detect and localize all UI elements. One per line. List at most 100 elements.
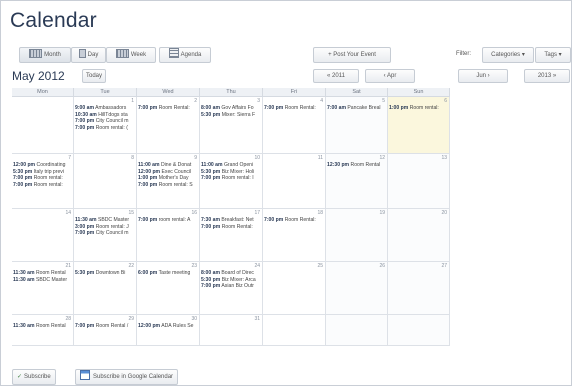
event-link[interactable]: 7:00 pm Room rental: xyxy=(13,175,72,182)
event-link[interactable]: 12:00 pm ADA Rules Se xyxy=(138,323,198,330)
event-link[interactable]: 11:00 am Dine & Donat xyxy=(138,162,198,169)
day-cell[interactable]: 25 xyxy=(263,262,326,315)
event-title: Room rental: xyxy=(409,105,439,111)
day-cell[interactable]: 7 12:00 pm Coordinating 5:30 pm Italy trip… xyxy=(12,154,74,209)
day-cell[interactable]: 27 xyxy=(388,262,450,315)
event-link[interactable]: 7:00 pm Asian Biz Outr xyxy=(201,283,261,290)
event-link[interactable]: 5:30 pm Mixer: Sierra F xyxy=(201,112,261,119)
day-cell[interactable] xyxy=(388,315,450,346)
day-cell[interactable]: 28 11:30 am Room Rental xyxy=(12,315,74,346)
event-link[interactable]: 5:30 pm Biz Mixer: Holi xyxy=(201,169,261,176)
event-link[interactable]: 7:00 pm Room rental: I xyxy=(201,175,261,182)
day-cell[interactable]: 10 11:00 am Grand Openi 5:30 pm Biz Mixer:… xyxy=(200,154,263,209)
day-cell[interactable]: 3 8:00 am Gov Affairs Fo 5:30 pm Mixer: Si… xyxy=(200,97,263,154)
event-list: 9:00 am Ambassadors 10:30 am HillTdogs st… xyxy=(75,105,135,131)
event-link[interactable]: 12:30 pm Room Rental xyxy=(327,162,386,169)
day-view-button[interactable]: Day xyxy=(71,47,106,63)
week-view-icon xyxy=(115,48,129,58)
event-link[interactable]: 11:30 am SBDC Master xyxy=(75,217,135,224)
event-link[interactable]: 7:00 pm Room Rental: xyxy=(138,105,198,112)
day-cell[interactable]: 22 5:30 pm Downtown Bi xyxy=(74,262,137,315)
day-cell[interactable]: 18 7:00 pm Room Rental: xyxy=(263,209,326,262)
event-link[interactable]: 12:00 pm Exec Council xyxy=(138,169,198,176)
next-month-button[interactable]: Jun › xyxy=(458,69,508,83)
event-link[interactable]: 8:00 am Gov Affairs Fo xyxy=(201,105,261,112)
event-link[interactable]: 7:00 am Pancake Breal xyxy=(327,105,386,112)
day-cell[interactable]: 1 9:00 am Ambassadors 10:30 am HillTdogs s… xyxy=(74,97,137,154)
day-cell[interactable] xyxy=(12,97,74,154)
day-cell[interactable]: 24 8:00 am Board of Direc 5:30 pm Biz Mixe… xyxy=(200,262,263,315)
event-link[interactable]: 10:30 am HillTdogs sta xyxy=(75,112,135,119)
day-cell[interactable]: 31 xyxy=(200,315,263,346)
day-cell[interactable]: 20 xyxy=(388,209,450,262)
day-cell[interactable]: 5 7:00 am Pancake Breal xyxy=(326,97,388,154)
event-link[interactable]: 7:00 pm Room rental: xyxy=(13,182,72,189)
event-link[interactable]: 11:30 am Room Rental xyxy=(13,270,72,277)
event-link[interactable]: 7:00 pm Room Rental / xyxy=(75,323,135,330)
event-link[interactable]: 7:30 am Breakfast: Net xyxy=(201,217,261,224)
week-view-button[interactable]: Week xyxy=(106,47,156,63)
event-link[interactable]: 12:00 pm Coordinating xyxy=(13,162,72,169)
event-link[interactable]: 11:00 am Grand Openi xyxy=(201,162,261,169)
google-calendar-subscribe-button[interactable]: Subscribe in Google Calendar xyxy=(75,369,179,385)
day-cell[interactable]: 23 6:00 pm Taste meeting xyxy=(137,262,200,315)
subscribe-button[interactable]: ✓ Subscribe xyxy=(12,369,56,385)
day-cell[interactable]: 11 xyxy=(263,154,326,209)
event-link[interactable]: 5:30 pm Biz Mixer: Arca xyxy=(201,277,261,284)
day-number: 30 xyxy=(191,316,197,322)
event-time: 7:00 pm xyxy=(264,217,284,223)
day-cell[interactable]: 9 11:00 am Dine & Donat 12:00 pm Exec Coun… xyxy=(137,154,200,209)
prev-year-button[interactable]: « 2011 xyxy=(313,69,359,83)
day-cell[interactable]: 16 7:00 pm room rental: A xyxy=(137,209,200,262)
event-link[interactable]: 11:30 am Room Rental xyxy=(13,323,72,330)
month-view-button[interactable]: Month xyxy=(19,47,71,63)
day-cell[interactable]: 13 xyxy=(388,154,450,209)
event-link[interactable]: 7:00 pm Room Rental: xyxy=(264,217,324,224)
day-cell[interactable]: 14 xyxy=(12,209,74,262)
day-cell[interactable]: 15 11:30 am SBDC Master 3:00 pm Room renta… xyxy=(74,209,137,262)
event-title: Biz Mixer: Holi xyxy=(221,168,255,175)
event-link[interactable]: 7:00 pm City Council m xyxy=(75,118,135,125)
next-year-button[interactable]: 2013 » xyxy=(524,69,570,83)
day-cell[interactable]: 19 xyxy=(326,209,388,262)
event-title: Board of Direc xyxy=(221,270,254,276)
day-cell[interactable]: 26 xyxy=(326,262,388,315)
prev-month-button[interactable]: ‹ Apr xyxy=(365,69,415,83)
event-link[interactable]: 7:00 pm Room rental: ( xyxy=(75,125,135,132)
day-cell-today[interactable]: 6 1:00 pm Room rental: xyxy=(388,97,450,154)
tags-dropdown[interactable]: Tags ▾ xyxy=(535,47,571,63)
event-link[interactable]: 7:00 pm Room Rental: xyxy=(264,105,324,112)
event-time: 11:30 am xyxy=(75,217,97,223)
day-cell[interactable]: 2 7:00 pm Room Rental: xyxy=(137,97,200,154)
day-cell[interactable]: 8 xyxy=(74,154,137,209)
event-link[interactable]: 8:00 am Board of Direc xyxy=(201,270,261,277)
event-link[interactable]: 7:00 pm Room Rental: xyxy=(201,224,261,231)
day-cell[interactable]: 21 11:30 am Room Rental 11:30 am SBDC Mast… xyxy=(12,262,74,315)
event-title: City Council m xyxy=(95,230,129,237)
event-link[interactable]: 5:30 pm Downtown Bi xyxy=(75,270,135,277)
day-cell[interactable] xyxy=(263,315,326,346)
event-link[interactable]: 5:30 pm Italy trip previ xyxy=(13,169,72,176)
agenda-view-button[interactable]: Agenda xyxy=(159,47,211,63)
event-link[interactable]: 9:00 am Ambassadors xyxy=(75,105,135,112)
day-cell[interactable]: 30 12:00 pm ADA Rules Se xyxy=(137,315,200,346)
day-cell[interactable]: 17 7:30 am Breakfast: Net 7:00 pm Room Ren… xyxy=(200,209,263,262)
day-cell[interactable] xyxy=(326,315,388,346)
categories-dropdown[interactable]: Categories ▾ xyxy=(482,47,534,63)
event-link[interactable]: 7:00 pm Room rental: S xyxy=(138,182,198,189)
post-event-button[interactable]: + Post Your Event xyxy=(313,47,391,63)
event-link[interactable]: 3:00 pm Room rental: J xyxy=(75,224,135,231)
day-cell[interactable]: 12 12:30 pm Room Rental xyxy=(326,154,388,209)
day-cell[interactable]: 4 7:00 pm Room Rental: xyxy=(263,97,326,154)
event-link[interactable]: 1:00 pm Room rental: xyxy=(389,105,448,112)
event-link[interactable]: 7:00 pm City Council m xyxy=(75,230,135,237)
event-link[interactable]: 7:00 pm room rental: A xyxy=(138,217,198,224)
event-time: 11:00 am xyxy=(138,162,160,168)
day-number: 14 xyxy=(65,210,71,216)
today-button[interactable]: Today xyxy=(82,69,106,83)
day-cell[interactable]: 29 7:00 pm Room Rental / xyxy=(74,315,137,346)
event-link[interactable]: 6:00 pm Taste meeting xyxy=(138,270,198,277)
event-link[interactable]: 11:30 am SBDC Master xyxy=(13,277,72,284)
day-number: 19 xyxy=(379,210,385,216)
event-link[interactable]: 1:00 pm Mother's Day xyxy=(138,175,198,182)
